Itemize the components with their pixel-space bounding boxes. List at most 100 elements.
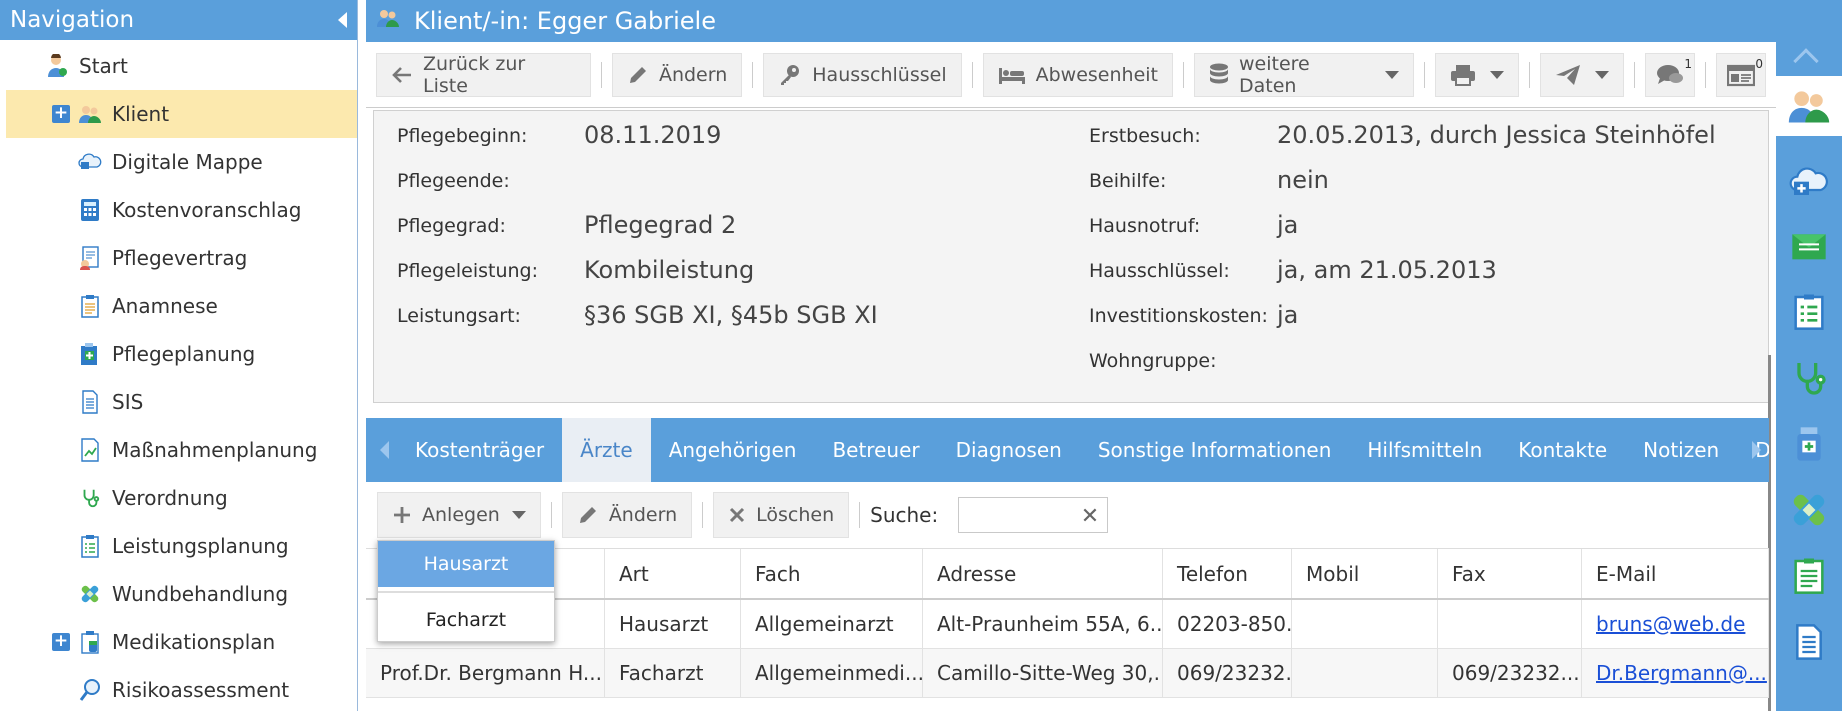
sidebar-item-verordnung[interactable]: Verordnung	[6, 474, 357, 522]
tab-scroll-right-icon[interactable]	[1752, 441, 1761, 459]
info-value: ja, am 21.05.2013	[1277, 256, 1497, 284]
table-row[interactable]: Hausarzt Allgemeinarzt Alt-Praunheim 55A, …	[366, 600, 1769, 649]
column-header[interactable]: Adresse	[923, 549, 1163, 598]
collapse-nav-icon[interactable]	[338, 12, 347, 28]
table-cell: Facharzt	[605, 649, 741, 697]
sidebar-item-digitale-mappe[interactable]: Digitale Mappe	[6, 138, 357, 186]
sidebar-clipboard-icon[interactable]	[1776, 546, 1842, 606]
tab-scroll-left-icon[interactable]	[380, 441, 389, 459]
edit-client-button[interactable]: Ändern	[611, 52, 743, 97]
toolbar-divider	[971, 61, 973, 88]
sidebar-item-medikationsplan[interactable]: + Medikationsplan	[6, 618, 357, 666]
send-button[interactable]	[1540, 52, 1625, 97]
sidebar-message-icon[interactable]	[1776, 216, 1842, 276]
sidebar-item-pflegeplanung[interactable]: Pflegeplanung	[6, 330, 357, 378]
pencil-icon	[627, 64, 649, 86]
sidebar-medication-icon[interactable]	[1776, 414, 1842, 474]
column-header[interactable]: Telefon	[1163, 549, 1292, 598]
scroll-up-icon[interactable]	[1793, 48, 1819, 74]
delete-button[interactable]: Löschen	[713, 492, 850, 538]
house-key-label: Hausschlüssel	[812, 63, 947, 86]
navigation-title: Navigation	[10, 7, 135, 33]
toolbar-divider	[859, 502, 861, 528]
more-data-button[interactable]: weitere Daten	[1194, 52, 1415, 97]
doctors-table: Art Fach Adresse Telefon Mobil Fax E-Mail Hausa…	[366, 548, 1769, 698]
table-cell: bruns@web.de	[1582, 600, 1769, 648]
column-header[interactable]: Art	[605, 549, 741, 598]
sidebar-checklist-icon[interactable]	[1776, 282, 1842, 342]
table-cell: Prof.Dr. Bergmann H...	[366, 649, 605, 697]
table-header: Art Fach Adresse Telefon Mobil Fax E-Mail	[366, 549, 1769, 600]
sidebar-item-maßnahmenplanung[interactable]: Maßnahmenplanung	[6, 426, 357, 474]
create-dropdown-menu: Hausarzt Facharzt	[377, 540, 555, 642]
tab-kostenträger[interactable]: Kostenträger	[397, 418, 562, 482]
tab-diagnosen[interactable]: Diagnosen	[938, 418, 1080, 482]
sidebar-item-sis[interactable]: SIS	[6, 378, 357, 426]
toolbar-divider	[1705, 61, 1707, 88]
tab-ärzte[interactable]: Ärzte	[562, 418, 651, 482]
menu-item-hausarzt[interactable]: Hausarzt	[378, 541, 554, 587]
messages-button[interactable]: 1	[1645, 52, 1696, 97]
sidebar-item-label: Kostenvoranschlag	[112, 198, 302, 222]
doctors-toolbar: Anlegen Ändern Löschen Suche: ✕	[366, 482, 1769, 548]
sidebar-item-label: Maßnahmenplanung	[112, 438, 318, 462]
sidebar-item-klient[interactable]: + Klient	[6, 90, 357, 138]
info-value: 08.11.2019	[584, 121, 722, 149]
tab-sonstige-informationen[interactable]: Sonstige Informationen	[1080, 418, 1350, 482]
sidebar-item-risikoassessment[interactable]: Risikoassessment	[6, 666, 357, 714]
clear-search-icon[interactable]: ✕	[1081, 504, 1099, 529]
sidebar-cloud-icon[interactable]	[1776, 150, 1842, 210]
calculator-icon	[78, 198, 102, 222]
column-header[interactable]: Mobil	[1292, 549, 1438, 598]
sidebar-item-label: Klient	[112, 102, 170, 126]
email-link[interactable]: Dr.Bergmann@...	[1596, 661, 1767, 685]
expand-icon[interactable]: +	[52, 633, 70, 651]
close-icon	[728, 506, 746, 524]
expand-icon[interactable]: +	[52, 105, 70, 123]
column-header[interactable]: Fach	[741, 549, 923, 598]
info-label: Erstbesuch:	[1089, 125, 1201, 147]
sidebar-item-wundbehandlung[interactable]: Wundbehandlung	[6, 570, 357, 618]
sidebar-item-pflegevertrag[interactable]: Pflegevertrag	[6, 234, 357, 282]
sidebar-item-kostenvoranschlag[interactable]: Kostenvoranschlag	[6, 186, 357, 234]
clients-icon	[78, 102, 102, 126]
navigation-panel: Navigation Start + Klient Digitale Mappe Kos…	[0, 0, 358, 711]
id-card-button[interactable]: 0	[1716, 52, 1767, 97]
sidebar-item-leistungsplanung[interactable]: Leistungsplanung	[6, 522, 357, 570]
table-row[interactable]: Prof.Dr. Bergmann H... Facharzt Allgemeinm…	[366, 649, 1769, 698]
chevron-down-icon	[1595, 70, 1610, 79]
print-button[interactable]	[1435, 52, 1520, 97]
sidebar-item-label: Start	[79, 54, 128, 78]
id-card-icon: 0	[1727, 57, 1763, 87]
absence-button[interactable]: Abwesenheit	[982, 52, 1174, 97]
back-to-list-button[interactable]: Zurück zur Liste	[376, 52, 591, 97]
search-input[interactable]: ✕	[958, 497, 1109, 533]
toolbar-divider	[752, 61, 754, 88]
toolbar-divider	[550, 502, 552, 528]
email-link[interactable]: bruns@web.de	[1596, 612, 1745, 636]
edit-doctor-button[interactable]: Ändern	[561, 492, 693, 538]
sidebar-document-icon[interactable]	[1776, 612, 1842, 672]
house-key-button[interactable]: Hausschlüssel	[763, 52, 962, 97]
tab-hilfsmitteln[interactable]: Hilfsmitteln	[1349, 418, 1500, 482]
sidebar-item-anamnese[interactable]: Anamnese	[6, 282, 357, 330]
column-header[interactable]: Fax	[1438, 549, 1582, 598]
column-header[interactable]: E-Mail	[1582, 549, 1769, 598]
tab-notizen[interactable]: Notizen	[1625, 418, 1737, 482]
sidebar-stethoscope-icon[interactable]	[1776, 348, 1842, 408]
sidebar-clients-icon[interactable]	[1776, 76, 1842, 136]
create-button[interactable]: Anlegen	[377, 492, 541, 538]
menu-item-facharzt[interactable]: Facharzt	[378, 597, 554, 643]
tab-kontakte[interactable]: Kontakte	[1500, 418, 1625, 482]
sidebar-bandage-icon[interactable]	[1776, 480, 1842, 540]
tab-angehörigen[interactable]: Angehörigen	[651, 418, 815, 482]
client-header: Klient/-in: Egger Gabriele	[366, 0, 1776, 42]
table-cell: 069/23232...	[1438, 649, 1582, 697]
paper-plane-icon	[1555, 63, 1581, 87]
tab-betreuer[interactable]: Betreuer	[814, 418, 937, 482]
info-label: Leistungsart:	[397, 305, 521, 327]
sidebar-item-start[interactable]: Start	[6, 42, 357, 90]
edit-doctor-label: Ändern	[608, 504, 678, 526]
page-title: Klient/-in: Egger Gabriele	[414, 7, 716, 35]
toolbar-divider	[1183, 61, 1185, 88]
